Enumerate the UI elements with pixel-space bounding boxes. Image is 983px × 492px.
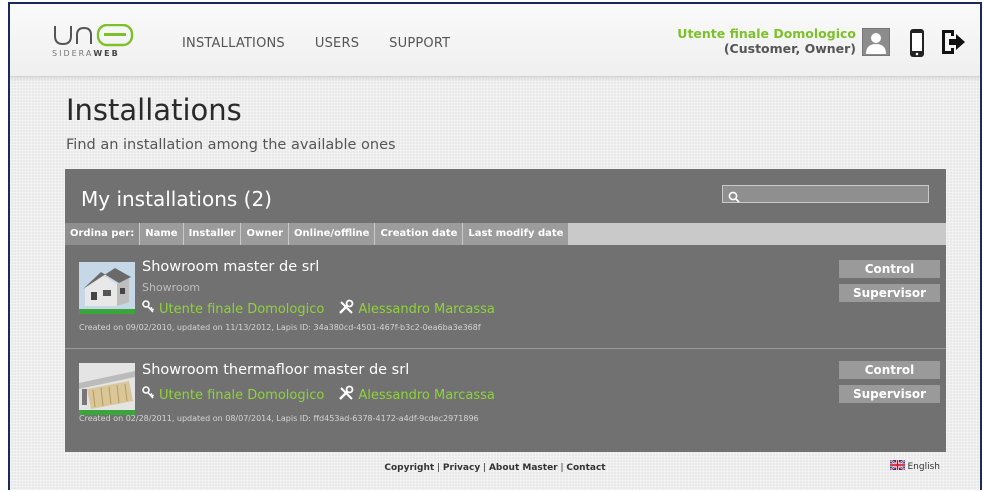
- nav-support[interactable]: SUPPORT: [389, 36, 450, 51]
- sort-by-name[interactable]: Name: [140, 223, 184, 245]
- installation-name[interactable]: Showroom thermafloor master de srl: [142, 362, 409, 378]
- sort-by-installer[interactable]: Installer: [183, 223, 242, 245]
- language-selector[interactable]: English: [888, 459, 941, 473]
- installation-meta: Created on 02/28/2011, updated on 08/07/…: [79, 414, 479, 423]
- installation-meta: Created on 09/02/2010, updated on 11/13/…: [79, 323, 481, 332]
- footer-link-privacy[interactable]: Privacy: [443, 463, 480, 473]
- installations-panel: My installations (2) Ordina per: Name In…: [65, 169, 946, 452]
- installation-thumbnail: [79, 363, 135, 415]
- user-role: (Customer, Owner): [723, 41, 856, 56]
- panel-title: My installations (2): [81, 187, 272, 211]
- sort-bar: Ordina per: Name Installer Owner Online/…: [65, 223, 946, 245]
- installer-tools-icon: [338, 385, 354, 405]
- installation-people: Utente finale Domologico Alessandro Marc…: [142, 299, 495, 319]
- owner-key-icon: [142, 386, 155, 404]
- supervisor-button[interactable]: Supervisor: [839, 284, 940, 302]
- page-subtitle: Find an installation among the available…: [66, 137, 396, 153]
- nav-users[interactable]: USERS: [315, 36, 359, 51]
- app-window: SIDERAWEB INSTALLATIONS USERS SUPPORT Ut…: [8, 2, 982, 490]
- footer-link-contact[interactable]: Contact: [566, 463, 605, 473]
- una-logo-mark: [54, 24, 134, 47]
- search-icon: [728, 188, 740, 207]
- footer-link-copyright[interactable]: Copyright: [384, 463, 434, 473]
- owner-name: Utente finale Domologico: [159, 387, 325, 403]
- installation-type: Showroom: [142, 281, 201, 294]
- installation-thumbnail: [79, 262, 135, 314]
- nav-installations[interactable]: INSTALLATIONS: [182, 36, 285, 51]
- user-avatar-icon[interactable]: [862, 28, 890, 56]
- sort-by-creation-date[interactable]: Creation date: [375, 223, 464, 245]
- owner-name: Utente finale Domologico: [159, 301, 325, 317]
- main-nav: INSTALLATIONS USERS SUPPORT: [182, 36, 450, 51]
- installer-name: Alessandro Marcassa: [358, 387, 495, 403]
- unasidera-logo[interactable]: SIDERAWEB: [52, 24, 142, 64]
- page-title: Installations: [66, 93, 242, 127]
- control-button[interactable]: Control: [839, 260, 940, 278]
- search-box[interactable]: [722, 185, 929, 203]
- sort-label: Ordina per:: [65, 223, 141, 245]
- sort-by-owner[interactable]: Owner: [241, 223, 290, 245]
- installation-name[interactable]: Showroom master de srl: [142, 259, 319, 275]
- sort-by-last-modify-date[interactable]: Last modify date: [463, 223, 570, 245]
- installer-tools-icon: [338, 299, 354, 319]
- installer-name: Alessandro Marcassa: [358, 301, 495, 317]
- logout-icon[interactable]: [940, 28, 966, 60]
- control-button[interactable]: Control: [839, 361, 940, 379]
- sort-by-online-status[interactable]: Online/offline: [289, 223, 376, 245]
- owner-key-icon: [142, 300, 155, 318]
- installation-row[interactable]: Showroom thermafloor master de srl Utent…: [65, 349, 946, 449]
- supervisor-button[interactable]: Supervisor: [839, 385, 940, 403]
- installation-people: Utente finale Domologico Alessandro Marc…: [142, 385, 495, 405]
- uk-flag-icon: [888, 459, 906, 473]
- installation-row[interactable]: Showroom master de srl Showroom Utente f…: [65, 246, 946, 346]
- footer-link-about[interactable]: About Master: [489, 463, 558, 473]
- language-label: English: [907, 461, 941, 472]
- logo-subtitle: SIDERAWEB: [52, 49, 120, 58]
- footer-links: Copyright | Privacy | About Master | Con…: [384, 463, 606, 473]
- smartphone-icon[interactable]: [909, 28, 925, 62]
- user-info[interactable]: Utente finale Domologico (Customer, Owne…: [677, 26, 856, 56]
- top-bar: SIDERAWEB INSTALLATIONS USERS SUPPORT Ut…: [10, 4, 980, 77]
- panel-header: My installations (2): [65, 169, 946, 223]
- user-name: Utente finale Domologico: [677, 26, 856, 41]
- search-input[interactable]: [745, 186, 925, 202]
